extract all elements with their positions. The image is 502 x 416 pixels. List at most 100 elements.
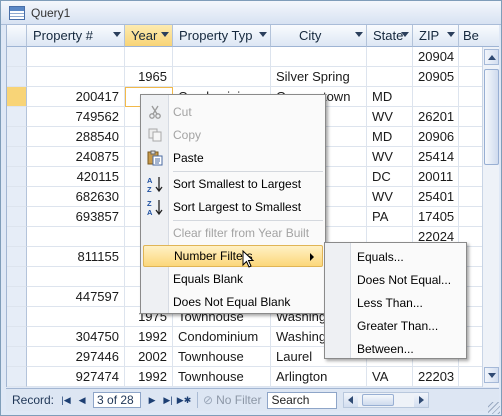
cell-extra[interactable] [459, 147, 483, 167]
row-selector[interactable] [7, 47, 27, 67]
menu-item-sort-ascending[interactable]: AZ Sort Smallest to Largest [143, 173, 323, 195]
row-selector[interactable] [7, 347, 27, 367]
cell-city[interactable]: Arlington [271, 367, 367, 387]
select-all-corner[interactable] [7, 25, 27, 47]
cell-year[interactable]: 1992 [125, 367, 173, 387]
cell-zip[interactable]: 20906 [413, 127, 459, 147]
cell-zip[interactable]: 25414 [413, 147, 459, 167]
menu-item-cut[interactable]: Cut [143, 101, 323, 123]
cell-property[interactable] [27, 67, 125, 87]
menu-item-does-not-equal-blank[interactable]: Does Not Equal Blank [143, 291, 323, 313]
table-row[interactable]: 1965 Silver Spring 20905 [7, 67, 483, 87]
search-field[interactable]: Search [267, 391, 338, 409]
cell-extra[interactable] [459, 207, 483, 227]
cell-state[interactable] [367, 47, 413, 67]
dropdown-arrow-icon[interactable] [161, 32, 169, 37]
cell-property[interactable] [27, 227, 125, 247]
column-header-state[interactable]: State [367, 25, 413, 47]
cell-zip[interactable]: 20905 [413, 67, 459, 87]
cell-type[interactable] [173, 67, 271, 87]
cell-zip[interactable]: 20011 [413, 167, 459, 187]
vertical-scrollbar[interactable] [482, 47, 499, 387]
cell-extra[interactable] [459, 367, 483, 387]
cell-extra[interactable] [459, 47, 483, 67]
dropdown-arrow-icon[interactable] [401, 32, 409, 37]
cell-zip[interactable]: 17405 [413, 207, 459, 227]
cell-type[interactable] [173, 47, 271, 67]
row-selector[interactable] [7, 287, 27, 307]
previous-record-icon[interactable]: ◀ [75, 392, 89, 408]
cell-state[interactable]: DC [367, 167, 413, 187]
dropdown-arrow-icon[interactable] [113, 32, 121, 37]
cell-property[interactable] [27, 307, 125, 327]
row-selector[interactable] [7, 307, 27, 327]
column-header-city[interactable]: City [271, 25, 367, 47]
menu-item-equals-blank[interactable]: Equals Blank [143, 268, 323, 290]
column-header-zip[interactable]: ZIP [413, 25, 459, 47]
cell-type[interactable]: Condominium [173, 327, 271, 347]
resize-grip-icon[interactable] [488, 402, 500, 414]
cell-property[interactable]: 749562 [27, 107, 125, 127]
cell-property[interactable]: 693857 [27, 207, 125, 227]
row-selector[interactable] [7, 327, 27, 347]
cell-state[interactable]: VA [367, 367, 413, 387]
column-header-bedrooms[interactable]: Be [459, 25, 483, 47]
first-record-icon[interactable]: |◀ [59, 392, 73, 408]
cell-property[interactable] [27, 47, 125, 67]
cell-type[interactable]: Townhouse [173, 347, 271, 367]
record-position-field[interactable]: 3 of 28 [93, 392, 142, 408]
cell-extra[interactable] [459, 67, 483, 87]
column-header-property[interactable]: Property # [27, 25, 125, 47]
cell-property[interactable] [27, 267, 125, 287]
cell-property[interactable]: 304750 [27, 327, 125, 347]
cell-city[interactable] [271, 47, 367, 67]
horizontal-scrollbar[interactable] [343, 392, 430, 408]
cell-extra[interactable] [459, 167, 483, 187]
cell-state[interactable]: WV [367, 187, 413, 207]
horizontal-scroll-thumb[interactable] [362, 394, 395, 406]
cell-state[interactable]: PA [367, 207, 413, 227]
dropdown-arrow-icon[interactable] [447, 32, 455, 37]
submenu-item-greater-than[interactable]: Greater Than... [357, 315, 438, 337]
submenu-item-does-not-equal[interactable]: Does Not Equal... [357, 269, 451, 291]
cell-year[interactable]: 1992 [125, 327, 173, 347]
row-selector[interactable] [7, 207, 27, 227]
next-record-icon[interactable]: ▶ [145, 392, 159, 408]
menu-item-paste[interactable]: Paste [143, 147, 323, 169]
submenu-item-equals[interactable]: Equals... [357, 246, 404, 268]
cell-state[interactable] [367, 67, 413, 87]
scroll-right-button[interactable] [414, 393, 429, 407]
dropdown-arrow-icon[interactable] [355, 32, 363, 37]
menu-item-sort-descending[interactable]: ZA Sort Largest to Smallest [143, 196, 323, 218]
cell-city[interactable]: Silver Spring [271, 67, 367, 87]
row-selector[interactable] [7, 67, 27, 87]
row-selector[interactable] [7, 87, 27, 107]
row-selector[interactable] [7, 267, 27, 287]
submenu-item-between[interactable]: Between... [357, 338, 414, 360]
table-row[interactable]: 20904 [7, 47, 483, 67]
cell-extra[interactable] [459, 87, 483, 107]
row-selector[interactable] [7, 147, 27, 167]
cell-zip[interactable]: 20904 [413, 47, 459, 67]
row-selector[interactable] [7, 127, 27, 147]
menu-item-copy[interactable]: Copy [143, 124, 323, 146]
table-row[interactable]: 927474 1992 Townhouse Arlington VA 22203 [7, 367, 483, 387]
last-record-icon[interactable]: ▶| [161, 392, 175, 408]
scroll-thumb[interactable] [484, 69, 499, 165]
row-selector[interactable] [7, 107, 27, 127]
row-selector[interactable] [7, 167, 27, 187]
cell-extra[interactable] [459, 187, 483, 207]
row-selector[interactable] [7, 367, 27, 387]
cell-zip[interactable] [413, 87, 459, 107]
cell-property[interactable]: 200417 [27, 87, 125, 107]
cell-property[interactable]: 927474 [27, 367, 125, 387]
row-selector[interactable] [7, 187, 27, 207]
column-header-property-type[interactable]: Property Typ [173, 25, 271, 47]
scroll-left-button[interactable] [344, 393, 359, 407]
cell-state[interactable]: MD [367, 127, 413, 147]
submenu-item-less-than[interactable]: Less Than... [357, 292, 423, 314]
cell-extra[interactable] [459, 107, 483, 127]
cell-property[interactable]: 297446 [27, 347, 125, 367]
scroll-down-button[interactable] [484, 367, 499, 383]
cell-property[interactable]: 682630 [27, 187, 125, 207]
